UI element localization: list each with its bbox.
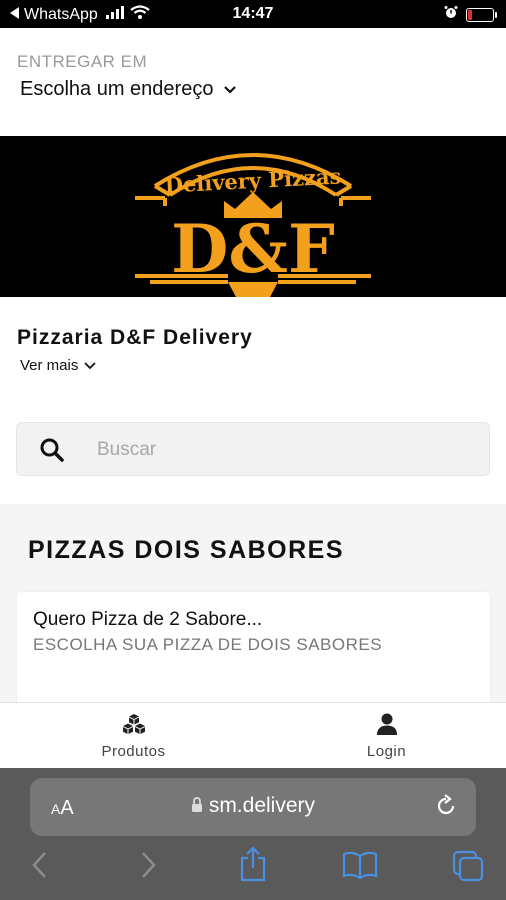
url-display[interactable]: sm.delivery (30, 794, 476, 818)
address-selector[interactable]: Escolha um endereço (20, 78, 237, 101)
product-description: ESCOLHA SUA PIZZA DE DOIS SABORES (33, 635, 383, 654)
address-bar[interactable]: AA sm.delivery (30, 778, 476, 836)
chevron-down-icon (84, 357, 96, 374)
category-title: PIZZAS DOIS SABORES (28, 536, 345, 564)
product-card[interactable]: Quero Pizza de 2 Sabore... ESCOLHA SUA P… (17, 592, 490, 712)
store-logo: Delivery Pizzas D&F (135, 153, 371, 297)
tab-login-label: Login (366, 743, 407, 760)
lock-icon (191, 794, 209, 817)
reload-icon[interactable] (434, 794, 458, 823)
category-section: PIZZAS DOIS SABORES Quero Pizza de 2 Sab… (0, 504, 506, 712)
alarm-icon (444, 5, 458, 24)
forward-icon[interactable] (138, 850, 158, 885)
status-bar: WhatsApp 14:47 (0, 0, 506, 28)
chevron-down-icon (223, 78, 237, 101)
url-text: sm.delivery (208, 794, 316, 817)
delivery-label: ENTREGAR EM (17, 52, 148, 71)
clock: 14:47 (232, 5, 274, 22)
bookmarks-icon[interactable] (342, 850, 378, 885)
store-banner: Delivery Pizzas D&F (0, 136, 506, 297)
delivery-section: ENTREGAR EM Escolha um endereço (17, 52, 237, 100)
address-selector-label: Escolha um endereço (20, 78, 214, 100)
battery-icon (466, 7, 497, 22)
user-icon (376, 713, 398, 740)
tab-login[interactable]: Login (260, 703, 506, 769)
search-icon[interactable] (39, 437, 65, 468)
browser-toolbar: AA sm.delivery (0, 768, 506, 900)
tab-produtos-label: Produtos (101, 743, 166, 760)
bottom-tab-bar: Produtos Login (0, 702, 506, 769)
back-icon[interactable] (30, 850, 50, 885)
share-icon[interactable] (238, 846, 268, 887)
store-name: Pizzaria D&F Delivery (17, 326, 253, 349)
tabs-icon[interactable] (452, 850, 484, 887)
product-title: Quero Pizza de 2 Sabore... (33, 609, 263, 630)
cubes-icon (122, 713, 146, 740)
tab-produtos[interactable]: Produtos (7, 703, 260, 769)
search-bar (16, 422, 490, 476)
see-more-label: Ver mais (20, 357, 79, 374)
see-more-button[interactable]: Ver mais (20, 357, 96, 374)
search-input[interactable] (95, 436, 469, 464)
logo-main-text: D&F (171, 210, 335, 288)
